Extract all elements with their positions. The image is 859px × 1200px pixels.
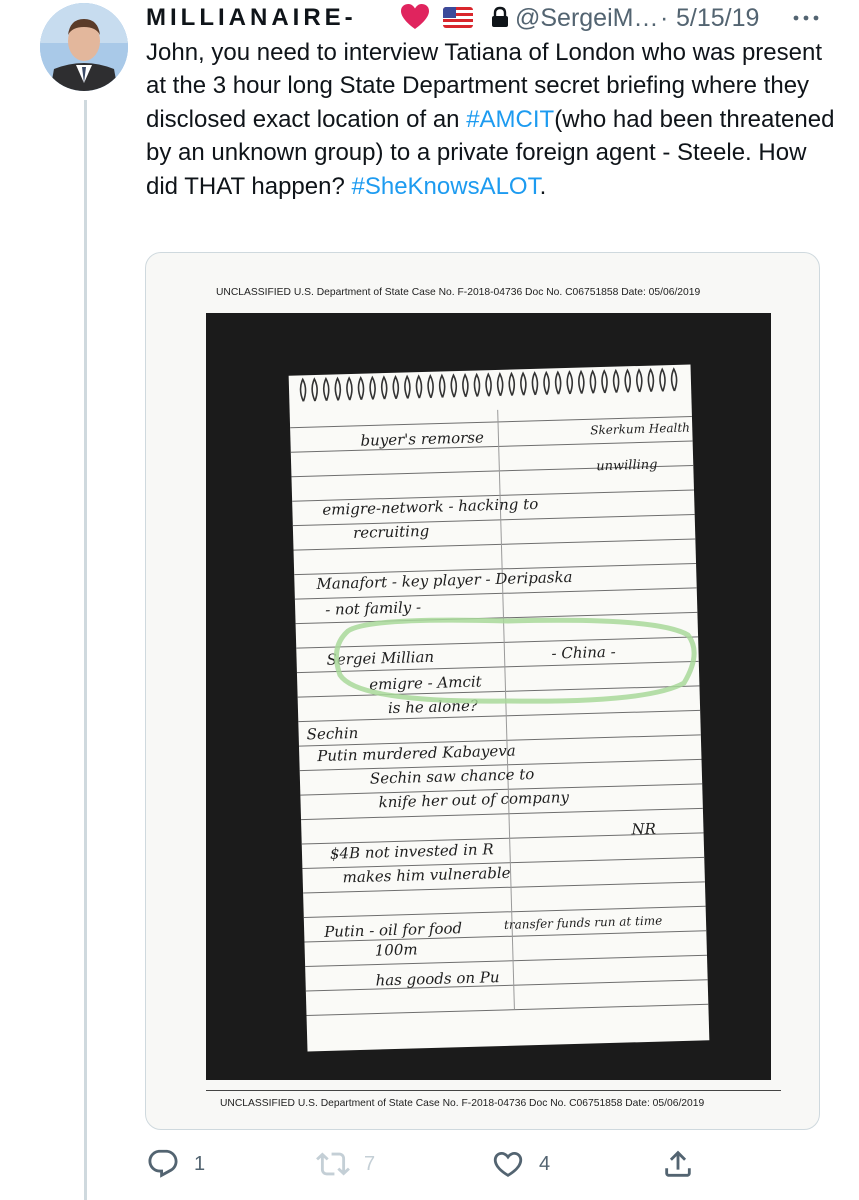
handwritten-line: Sechin [306,723,359,744]
lock-icon [492,6,508,27]
ruled-line [305,954,707,968]
spiral-ring [589,369,597,394]
tweet-header: MILLIANAIRE- @SergeiM… · 5/15/19 [146,0,846,36]
document-header: UNCLASSIFIED U.S. Department of State Ca… [216,287,701,298]
tweet-text: John, you need to interview Tatiana of L… [146,36,836,203]
spiral-ring [578,369,585,394]
avatar[interactable] [40,3,128,91]
spiral-ring [601,369,608,394]
spiral-ring [334,376,342,401]
spiral-ring [520,371,527,396]
document-footer: UNCLASSIFIED U.S. Department of State Ca… [220,1098,705,1109]
spiral-ring [299,377,307,402]
thread-line [84,100,87,1200]
spiral-ring [427,373,434,399]
handwritten-line: has goods on Pu [375,968,500,990]
retweet-count: 7 [364,1153,376,1175]
handwritten-line: buyer's remorse [360,428,485,450]
highlight-oval [333,617,697,704]
ruled-line [305,979,708,992]
spiral-ring [415,374,423,399]
spiral-ring [554,370,562,395]
handwritten-line: NR [631,819,657,839]
spiral-ring [311,377,318,402]
user-handle[interactable]: @SergeiM… [515,4,658,33]
spiral-ring [543,370,550,395]
reply-count: 1 [194,1153,206,1175]
handwritten-line: Skerkum Health [590,420,691,438]
reply-icon [148,1149,178,1178]
spiral-ring [438,373,446,398]
hashtag-link[interactable]: #AMCIT [466,106,554,133]
spiral-ring [485,372,492,397]
spiral-ring [496,372,504,397]
spiral-ring [659,367,666,392]
spiral-ring [462,373,469,398]
tweet-date[interactable]: 5/15/19 [676,4,759,33]
spiral-ring [369,375,376,400]
ruled-line [290,440,693,453]
spiral-ring [346,376,353,401]
spiral-ring [404,374,411,399]
spiral-ring [612,368,620,393]
red-heart-icon [401,4,429,29]
retweet-icon [316,1152,350,1176]
handwritten-line: recruiting [352,521,430,543]
separator-dot: · [660,4,669,32]
ruled-line [306,1003,709,1016]
ruled-line [298,709,701,723]
handwritten-line: Putin - oil for food [323,919,463,941]
spiral-ring [647,367,655,392]
handwritten-line: unwilling [596,457,658,475]
hashtag-link[interactable]: #SheKnowsALOT [351,173,539,200]
share-icon [665,1150,691,1177]
spiral-ring [508,371,516,396]
ruled-line [301,807,703,821]
more-icon[interactable] [791,6,821,30]
notepad: buyer's remorse Skerkum Health unwilling… [288,364,710,1052]
spiral-ring [566,370,574,395]
like-icon [493,1151,523,1177]
spiral-ring [392,374,400,400]
spiral-ring [473,372,481,397]
media-image[interactable]: UNCLASSIFIED U.S. Department of State Ca… [145,252,820,1130]
spiral-ring [531,371,539,396]
footer-rule [206,1090,781,1091]
display-name[interactable]: MILLIANAIRE- [146,4,357,32]
spiral-ring [380,375,388,400]
handwritten-line: 100m [374,940,418,960]
like-count: 4 [539,1153,551,1175]
spiral-ring [357,375,365,401]
spiral-ring [624,368,632,393]
us-flag-icon [443,7,473,28]
action-bar: 1 7 4 [146,1140,846,1190]
tweet-text-part: . [539,172,547,200]
spiral-ring [450,373,458,398]
spiral-ring [636,368,643,393]
avatar-photo [40,3,128,91]
spiral-ring [670,367,678,392]
spiral-ring [322,376,330,402]
